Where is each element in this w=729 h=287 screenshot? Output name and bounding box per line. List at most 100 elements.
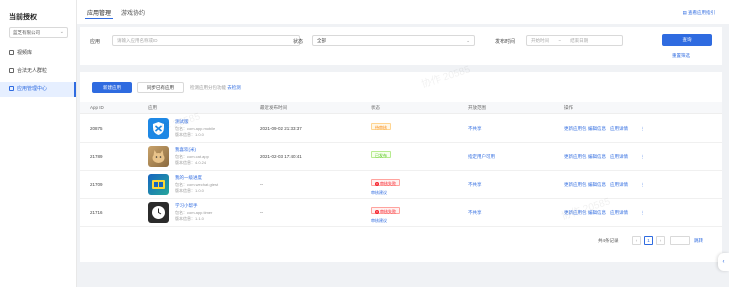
table-row: 21709 我的一级进度 包名：com.wechat.gtest 版本信息：1.… <box>80 171 722 199</box>
filter-panel: 应用 请输入应用名称或ID 状态 全部 ⌄ 发布时间 开始时间 ~ 结束日期 查… <box>80 27 722 65</box>
edit-info-link[interactable]: 编辑信息 <box>588 126 606 132</box>
app-name-link[interactable]: 我的一级进度 <box>175 175 202 181</box>
sidebar-item-label: 合法无人群粒 <box>17 68 48 74</box>
chevron-down-icon: ⌄ <box>59 29 64 35</box>
app-guide-label: 查看应用指引 <box>688 10 715 15</box>
more-icon[interactable]: ⋮ <box>640 154 645 160</box>
status-badge: 审核失败 <box>371 179 400 186</box>
scope-link[interactable]: 指定用户可用 <box>468 154 495 160</box>
scope-link[interactable]: 不共享 <box>468 182 482 188</box>
publish-time-label: 发布时间 <box>495 39 516 45</box>
app-version: 版本信息：1.0.0 <box>175 188 204 193</box>
tab-game-agreement[interactable]: 游戏协约 <box>121 8 145 17</box>
video-icon <box>9 50 14 55</box>
clock-icon <box>148 202 169 223</box>
app-guide-link[interactable]: ▤ 查看应用指引 <box>682 10 715 16</box>
app-version: 版本信息：1.0.0 <box>175 132 204 137</box>
status-select[interactable]: 全部 ⌄ <box>312 35 475 46</box>
table-row: 21716 学习小帮手 包名：com.app.timer 版本信息：1.1.0 … <box>80 199 722 227</box>
sidebar-title: 当前授权 <box>9 14 37 21</box>
col-status: 状态 <box>371 105 380 110</box>
collapse-tab-icon[interactable]: ‹ <box>718 253 729 271</box>
sidebar-item-label: 视频库 <box>17 50 33 56</box>
org-select[interactable]: 蓝芝有限公司 ⌄ <box>9 27 68 38</box>
app-version: 版本信息：4.0.24 <box>175 160 207 165</box>
org-select-value: 蓝芝有限公司 <box>13 30 40 35</box>
app-list-card: 新建应用 同步已有应用 检测应用分包功能 去检测 App ID 应用 最近发布时… <box>80 72 722 262</box>
scope-link[interactable]: 不共享 <box>468 210 482 216</box>
col-app: 应用 <box>148 105 157 110</box>
edit-info-link[interactable]: 编辑信息 <box>588 154 606 160</box>
sidebar-item-app-center[interactable]: 应用管理中心 <box>0 82 76 97</box>
review-advice-link[interactable]: 审核建议 <box>371 218 387 224</box>
app-search-input[interactable]: 请输入应用名称或ID <box>112 35 300 46</box>
app-detail-link[interactable]: 应用详情 <box>610 210 628 216</box>
cat-photo <box>148 146 169 167</box>
update-package-link[interactable]: 更新应用包 <box>564 182 587 188</box>
app-id: 21709 <box>90 182 103 187</box>
update-package-link[interactable]: 更新应用包 <box>564 210 587 216</box>
top-tabs: 应用管理 游戏协约 ▤ 查看应用指引 <box>77 0 729 24</box>
col-scope: 开放范围 <box>468 105 486 110</box>
shield-icon <box>148 118 169 139</box>
pagination-total: 共4条记录 <box>598 238 619 243</box>
reset-filter-link[interactable]: 重置筛选 <box>672 53 690 59</box>
publish-time: 2021-09-02 21:33:37 <box>260 126 302 131</box>
table-row: 21789 我喜欢(米) 包名：com.cat.app 版本信息：4.0.24 … <box>80 143 722 171</box>
app-version: 版本信息：1.1.0 <box>175 216 204 221</box>
date-start: 开始时间 <box>531 38 549 43</box>
app-detail-link[interactable]: 应用详情 <box>610 182 628 188</box>
update-package-link[interactable]: 更新应用包 <box>564 154 587 160</box>
chevron-down-icon: ⌄ <box>466 38 470 43</box>
more-icon[interactable]: ⋮ <box>640 210 645 216</box>
app-detail-link[interactable]: 应用详情 <box>610 154 628 160</box>
review-advice-link[interactable]: 审核建议 <box>371 190 387 196</box>
sidebar-item-group[interactable]: 合法无人群粒 <box>0 64 76 79</box>
status-badge: 审核失败 <box>371 207 400 214</box>
status-select-value: 全部 <box>317 38 326 43</box>
scope-link[interactable]: 不共享 <box>468 126 482 132</box>
page-jump-button[interactable]: 跳转 <box>694 238 703 244</box>
sidebar-item-video-library[interactable]: 视频库 <box>0 46 76 61</box>
app-name-link[interactable]: 测试版 <box>175 119 189 125</box>
more-icon[interactable]: ⋮ <box>640 126 645 132</box>
publish-time: -- <box>260 182 263 187</box>
sidebar-item-label: 应用管理中心 <box>17 86 48 92</box>
col-actions: 操作 <box>564 105 573 110</box>
more-icon[interactable]: ⋮ <box>640 182 645 188</box>
app-name-link[interactable]: 学习小帮手 <box>175 203 198 209</box>
check-link[interactable]: 去检测 <box>227 85 241 90</box>
date-end: 结束日期 <box>570 38 589 43</box>
app-detail-link[interactable]: 应用详情 <box>610 126 628 132</box>
status-filter-label: 状态 <box>293 39 304 45</box>
col-publish-time: 最近发布时间 <box>260 105 287 110</box>
page-1-button[interactable]: 1 <box>644 236 653 245</box>
app-id: 21716 <box>90 210 103 215</box>
status-badge: 待审核 <box>371 123 391 130</box>
people-icon <box>9 68 14 73</box>
app-name-link[interactable]: 我喜欢(米) <box>175 147 196 153</box>
study-icon <box>148 174 169 195</box>
publish-time: -- <box>260 210 263 215</box>
publish-time: 2021-02-03 17:40:41 <box>260 154 302 159</box>
package-check-hint: 检测应用分包功能 去检测 <box>190 85 241 90</box>
date-separator: ~ <box>558 38 561 43</box>
edit-info-link[interactable]: 编辑信息 <box>588 182 606 188</box>
sidebar: 当前授权 蓝芝有限公司 ⌄ 视频库 合法无人群粒 应用管理中心 <box>0 0 77 287</box>
app-id: 20875 <box>90 126 103 131</box>
date-range-picker[interactable]: 开始时间 ~ 结束日期 <box>526 35 623 46</box>
tab-app-management[interactable]: 应用管理 <box>84 8 114 19</box>
app-id: 21789 <box>90 154 103 159</box>
table-row: 20875 测试版 包名：com.app.mobile 版本信息：1.0.0 2… <box>80 115 722 143</box>
new-app-button[interactable]: 新建应用 <box>92 82 132 93</box>
col-app-id: App ID <box>90 105 104 110</box>
next-page-button[interactable]: › <box>656 236 665 245</box>
sync-app-button[interactable]: 同步已有应用 <box>137 82 184 93</box>
page-jump-input[interactable] <box>670 236 690 245</box>
query-button[interactable]: 查询 <box>662 34 712 46</box>
status-badge: 已发布 <box>371 151 391 158</box>
update-package-link[interactable]: 更新应用包 <box>564 126 587 132</box>
prev-page-button[interactable]: ‹ <box>632 236 641 245</box>
edit-info-link[interactable]: 编辑信息 <box>588 210 606 216</box>
app-filter-label: 应用 <box>90 39 101 45</box>
